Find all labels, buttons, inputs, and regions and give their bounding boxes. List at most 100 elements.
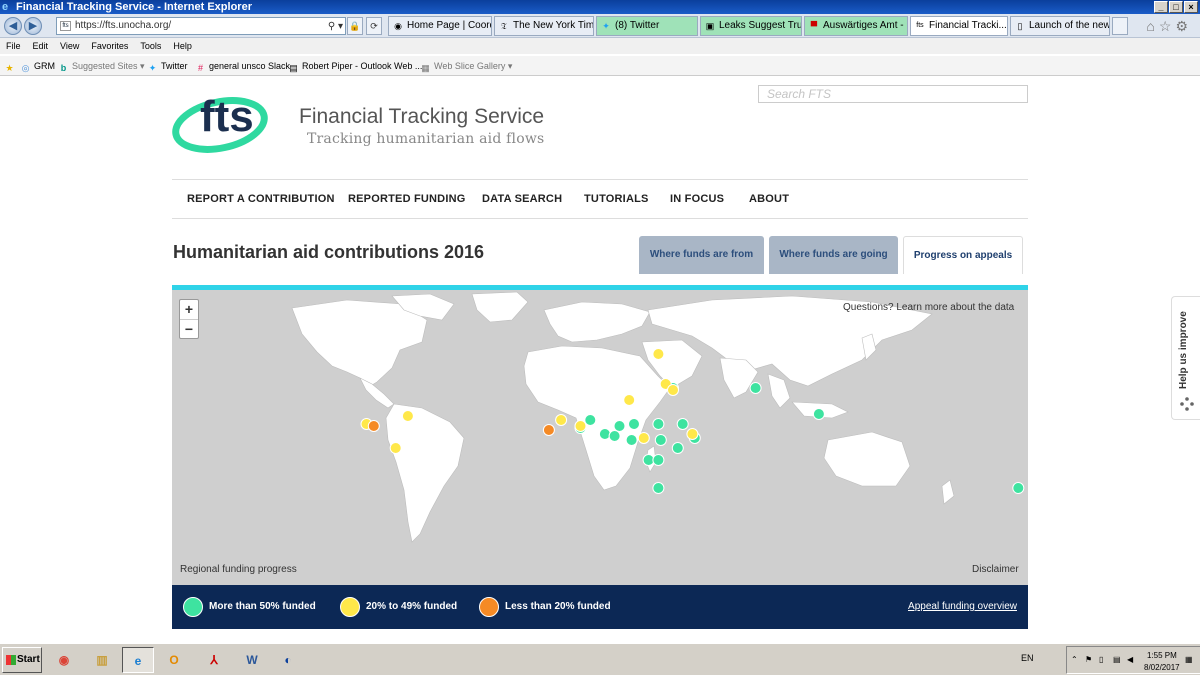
- map-canvas[interactable]: [172, 290, 1028, 590]
- appeal-marker-20to49[interactable]: [389, 442, 402, 454]
- tab-where-funds-from[interactable]: Where funds are from: [639, 236, 764, 274]
- appeal-marker-under20[interactable]: [542, 424, 555, 436]
- menu-edit[interactable]: Edit: [33, 38, 49, 54]
- menu-view[interactable]: View: [60, 38, 79, 54]
- disclaimer-link[interactable]: Disclaimer: [972, 564, 1019, 575]
- appeal-marker-20to49[interactable]: [401, 410, 414, 422]
- appeal-marker-over50[interactable]: [613, 420, 626, 432]
- language-indicator[interactable]: EN: [1021, 653, 1034, 663]
- menu-bar: File Edit View Favorites Tools Help: [0, 38, 1200, 54]
- appeal-marker-20to49[interactable]: [652, 348, 665, 360]
- tab-progress-on-appeals[interactable]: Progress on appeals: [903, 236, 1023, 274]
- home-icon[interactable]: ⌂: [1146, 18, 1158, 34]
- appeal-marker-20to49[interactable]: [686, 428, 699, 440]
- help-us-improve-tab[interactable]: Help us improve: [1171, 296, 1200, 420]
- fav-suggested-sites[interactable]: b Suggested Sites ▾: [58, 56, 145, 76]
- tab-home-page[interactable]: ◉ Home Page | Coord...: [388, 16, 492, 36]
- appeal-marker-20to49[interactable]: [667, 384, 679, 396]
- fav-twitter[interactable]: ✦ Twitter: [147, 56, 188, 76]
- appeal-marker-over50[interactable]: [652, 482, 665, 494]
- appeal-marker-over50[interactable]: [625, 434, 638, 446]
- menu-help[interactable]: Help: [173, 38, 192, 54]
- new-tab-button[interactable]: [1112, 17, 1128, 35]
- help-us-improve-label: Help us improve: [1178, 311, 1189, 389]
- nav-about[interactable]: ABOUT: [749, 193, 789, 205]
- appeal-marker-over50[interactable]: [749, 382, 762, 394]
- appeal-marker-over50[interactable]: [1012, 482, 1025, 494]
- tab-launch[interactable]: ▯ Launch of the new-...: [1010, 16, 1110, 36]
- globe-icon: ◉: [394, 21, 402, 31]
- appeal-marker-over50[interactable]: [671, 442, 684, 454]
- appeal-marker-over50[interactable]: [628, 418, 640, 430]
- nav-data-search[interactable]: DATA SEARCH: [482, 193, 562, 205]
- zoom-out-button[interactable]: −: [180, 319, 198, 338]
- nav-in-focus[interactable]: IN FOCUS: [670, 193, 724, 205]
- appeal-marker-over50[interactable]: [812, 408, 825, 420]
- close-button[interactable]: ×: [1184, 1, 1198, 13]
- fav-web-slice[interactable]: ▦ Web Slice Gallery ▾: [420, 56, 512, 76]
- acrobat-icon[interactable]: ⅄: [198, 647, 230, 673]
- legend-label-over50: More than 50% funded: [209, 601, 316, 612]
- settings-gear-icon[interactable]: ⚙: [1175, 18, 1192, 34]
- menu-favorites[interactable]: Favorites: [91, 38, 128, 54]
- zoom-in-button[interactable]: +: [180, 300, 198, 319]
- favorites-star-icon[interactable]: ★: [4, 56, 18, 76]
- address-search-icon[interactable]: ⚲ ▾: [328, 19, 343, 35]
- start-button[interactable]: Start: [2, 647, 42, 673]
- address-bar[interactable]: fts https://fts.unocha.org/ ⚲ ▾: [56, 17, 346, 35]
- lock-icon[interactable]: 🔒: [347, 17, 363, 35]
- world-map[interactable]: + − Questions? Learn more about the data…: [172, 285, 1028, 629]
- tray-flag-icon[interactable]: ⚑: [1085, 655, 1092, 664]
- fav-outlook[interactable]: ▤ Robert Piper - Outlook Web ...: [288, 56, 422, 76]
- appeal-marker-20to49[interactable]: [637, 432, 650, 444]
- menu-file[interactable]: File: [6, 38, 21, 54]
- appeal-marker-20to49[interactable]: [574, 420, 587, 432]
- fts-logo[interactable]: fts: [172, 83, 272, 158]
- appeal-marker-over50[interactable]: [676, 418, 689, 430]
- app-taskbar-icon[interactable]: ◐: [272, 647, 304, 673]
- nav-reported-funding[interactable]: REPORTED FUNDING: [348, 193, 465, 205]
- favorites-star-icon[interactable]: ☆: [1159, 18, 1176, 34]
- appeal-marker-over50[interactable]: [584, 414, 597, 426]
- appeal-marker-20to49[interactable]: [623, 394, 636, 406]
- appeal-marker-20to49[interactable]: [555, 414, 568, 426]
- outlook-taskbar-icon[interactable]: O: [158, 647, 190, 673]
- fav-slack[interactable]: # general unsco Slack: [195, 56, 290, 76]
- tab-where-funds-going[interactable]: Where funds are going: [769, 236, 898, 274]
- back-button[interactable]: ◀: [4, 17, 22, 35]
- tray-volume-icon[interactable]: ◀: [1127, 655, 1133, 664]
- forward-button[interactable]: ▶: [24, 17, 42, 35]
- tray-expand-icon[interactable]: ⌃: [1071, 655, 1078, 664]
- nav-tutorials[interactable]: TUTORIALS: [584, 193, 649, 205]
- appeal-marker-over50[interactable]: [652, 418, 665, 430]
- tab-auswaertiges[interactable]: ▀ Auswärtiges Amt - ...: [804, 16, 908, 36]
- explorer-icon[interactable]: ▥: [86, 647, 118, 673]
- search-input[interactable]: [758, 85, 1028, 103]
- tab-leaks[interactable]: ▣ Leaks Suggest Tru...: [700, 16, 802, 36]
- ie-taskbar-icon[interactable]: e: [122, 647, 154, 673]
- questions-link[interactable]: Questions? Learn more about the data: [843, 302, 1014, 313]
- appeal-funding-overview-link[interactable]: Appeal funding overview: [908, 601, 1017, 612]
- appeal-marker-over50[interactable]: [652, 454, 665, 466]
- nav-report-contribution[interactable]: REPORT A CONTRIBUTION: [187, 193, 335, 205]
- maximize-button[interactable]: □: [1169, 1, 1183, 13]
- tab-twitter[interactable]: ✦ (8) Twitter: [596, 16, 698, 36]
- menu-tools[interactable]: Tools: [140, 38, 161, 54]
- appeal-marker-under20[interactable]: [367, 420, 380, 432]
- windows-taskbar: Start ◉ ▥ e O ⅄ W ◐ EN ⌃ ⚑ ▯ ▤ ◀ 1:55 PM…: [0, 643, 1200, 675]
- word-icon[interactable]: W: [236, 647, 268, 673]
- appeal-marker-over50[interactable]: [608, 430, 621, 442]
- refresh-button[interactable]: ⟳: [366, 17, 382, 35]
- show-desktop-icon[interactable]: ▦: [1185, 655, 1193, 664]
- appeal-marker-over50[interactable]: [654, 434, 667, 446]
- minimize-button[interactable]: _: [1154, 1, 1168, 13]
- windows-flag-icon: [6, 655, 16, 665]
- tray-device-icon[interactable]: ▯: [1099, 655, 1103, 664]
- regional-funding-link[interactable]: Regional funding progress: [180, 564, 297, 575]
- chrome-icon[interactable]: ◉: [48, 647, 80, 673]
- tray-network-icon[interactable]: ▤: [1113, 655, 1121, 664]
- tab-nyt[interactable]: 𝔗 The New York Time...: [494, 16, 594, 36]
- fav-grm[interactable]: ◎ GRM: [20, 56, 55, 76]
- appeal-marker-over50[interactable]: [598, 428, 611, 440]
- tab-fts[interactable]: fts Financial Tracki...: [910, 16, 1008, 36]
